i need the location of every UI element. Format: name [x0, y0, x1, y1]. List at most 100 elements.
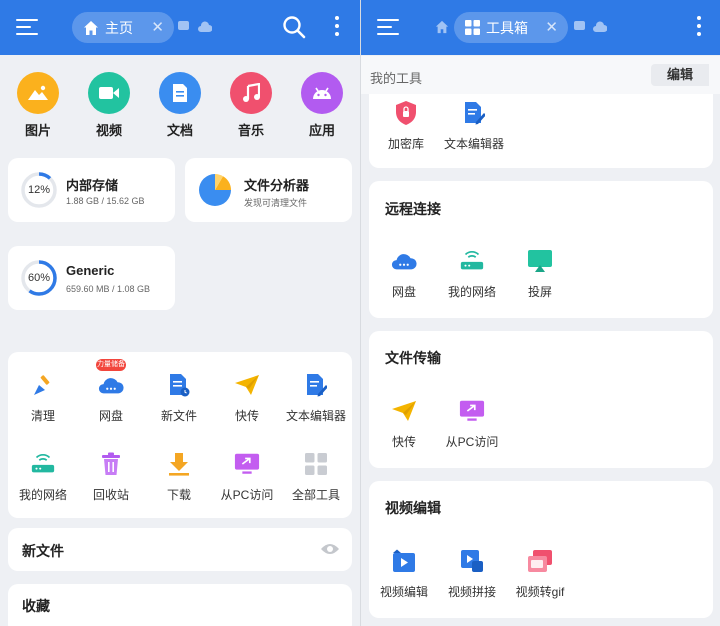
analyzer-subtitle: 发现可清理文件	[244, 198, 308, 208]
tool-cast-screen[interactable]: 投屏	[505, 248, 575, 300]
internal-storage-card[interactable]: 12% 内部存储 1.88 GB / 15.62 GB	[8, 158, 175, 222]
paper-plane-icon	[234, 372, 260, 398]
more-vert-icon[interactable]	[335, 16, 339, 40]
tool-label: 视频编辑	[379, 585, 428, 599]
tool-cloud-drive[interactable]: 网盘	[76, 372, 146, 424]
grid-icon	[303, 451, 329, 477]
cloud-icon[interactable]	[198, 20, 213, 38]
category-label: 视频	[95, 123, 122, 138]
more-vert-icon[interactable]	[697, 16, 701, 40]
storage-title: Generic	[66, 263, 115, 278]
video-icon	[88, 72, 130, 114]
tool-label: 我的网络	[447, 285, 496, 299]
close-icon[interactable]: ✕	[545, 18, 558, 36]
search-icon[interactable]	[282, 15, 306, 44]
tool-quick-send[interactable]: 快传	[212, 372, 282, 424]
image-icon	[17, 72, 59, 114]
tool-label: 视频拼接	[447, 585, 496, 599]
category-images[interactable]: 图片	[6, 72, 70, 139]
row-title: 收藏	[22, 598, 50, 614]
section-title: 文件传输	[385, 350, 441, 366]
category-videos[interactable]: 视频	[77, 72, 141, 139]
home-icon[interactable]	[435, 20, 449, 39]
favorites-row[interactable]: 收藏	[8, 584, 352, 626]
tab-icon[interactable]	[178, 21, 189, 30]
tool-video-edit[interactable]: 视频编辑	[369, 548, 439, 600]
cloud-drive-icon	[98, 372, 124, 398]
tool-text-editor[interactable]: 文本编辑器	[281, 372, 351, 424]
storage-detail: 659.60 MB / 1.08 GB	[66, 284, 151, 294]
tool-clean[interactable]: 清理	[8, 372, 78, 424]
close-icon[interactable]: ✕	[151, 18, 164, 36]
top-bar: 主页 ✕	[0, 0, 360, 55]
new-file-icon	[166, 372, 192, 398]
tool-label: 投屏	[527, 285, 552, 299]
text-editor-icon	[303, 372, 329, 398]
tool-all-tools[interactable]: 全部工具	[281, 451, 351, 503]
edit-button[interactable]: 编辑	[651, 64, 709, 86]
tool-label: 加密库	[387, 137, 424, 151]
tab-home[interactable]: 主页 ✕	[72, 12, 174, 43]
category-label: 文档	[166, 123, 193, 138]
tab-label: 工具箱	[486, 19, 528, 36]
tool-pc-access[interactable]: 从PC访问	[212, 451, 282, 503]
pie-chart-icon	[199, 174, 231, 206]
new-files-row[interactable]: 新文件	[8, 528, 352, 571]
category-apps[interactable]: 应用	[290, 72, 354, 139]
tool-label: 下载	[166, 488, 191, 502]
android-icon	[301, 72, 343, 114]
tool-cloud-drive[interactable]: 网盘	[369, 248, 439, 300]
menu-icon[interactable]	[377, 17, 399, 37]
storage-title: 内部存储	[66, 178, 119, 193]
router-icon	[459, 248, 485, 274]
tool-my-network[interactable]: 我的网络	[8, 451, 78, 503]
tab-icon[interactable]	[574, 21, 585, 30]
video-edit-icon	[391, 548, 417, 574]
storage-percent: 12%	[27, 184, 51, 196]
tool-label: 清理	[30, 409, 55, 423]
text-editor-icon	[461, 100, 487, 126]
download-icon	[166, 451, 192, 477]
category-documents[interactable]: 文档	[148, 72, 212, 139]
category-label: 音乐	[237, 123, 264, 138]
tool-quick-send[interactable]: 快传	[369, 398, 439, 450]
pc-access-icon	[234, 451, 260, 477]
broom-icon	[30, 372, 56, 398]
tool-label: 新文件	[160, 409, 197, 423]
tool-download[interactable]: 下载	[144, 451, 214, 503]
tool-recycle-bin[interactable]: 回收站	[76, 451, 146, 503]
top-bar: 工具箱 ✕	[361, 0, 720, 55]
tool-new-file[interactable]: 新文件	[144, 372, 214, 424]
toolbox-panel: 工具箱 ✕ 我的工具 编辑 加密库 文本编辑器 远程连接 网盘 我的网络 投屏 …	[361, 0, 720, 626]
menu-icon[interactable]	[16, 17, 38, 37]
tool-vault[interactable]: 加密库	[371, 100, 441, 152]
eye-icon[interactable]	[320, 542, 340, 561]
analyzer-title: 文件分析器	[244, 178, 310, 193]
cast-screen-icon	[527, 248, 553, 274]
tool-label: 从PC访问	[220, 488, 274, 502]
cloud-icon[interactable]	[593, 20, 608, 38]
generic-storage-card[interactable]: 60% Generic 659.60 MB / 1.08 GB	[8, 246, 175, 310]
my-tools-label: 我的工具	[370, 71, 423, 86]
tool-pc-access[interactable]: 从PC访问	[437, 398, 507, 450]
storage-percent: 60%	[27, 272, 51, 284]
tool-video-merge[interactable]: 视频拼接	[437, 548, 507, 600]
music-icon	[230, 72, 272, 114]
tool-my-network[interactable]: 我的网络	[437, 248, 507, 300]
section-title: 视频编辑	[385, 500, 441, 516]
tab-label: 主页	[105, 19, 133, 36]
tool-label: 网盘	[391, 285, 416, 299]
category-music[interactable]: 音乐	[219, 72, 283, 139]
tab-toolbox[interactable]: 工具箱 ✕	[454, 12, 568, 43]
my-tools-card: 加密库 文本编辑器	[369, 94, 713, 168]
tool-video-to-gif[interactable]: 视频转gif	[505, 548, 575, 600]
section-video: 视频编辑 视频编辑 视频拼接 视频转gif	[369, 481, 713, 618]
tool-text-editor[interactable]: 文本编辑器	[439, 100, 509, 152]
file-analyzer-card[interactable]: 文件分析器 发现可清理文件	[185, 158, 352, 222]
tool-label: 快传	[234, 409, 259, 423]
document-icon	[159, 72, 201, 114]
tool-label: 文本编辑器	[443, 137, 504, 151]
section-transfer: 文件传输 快传 从PC访问	[369, 331, 713, 468]
home-panel: 主页 ✕ 图片 视频 文档 音乐 应用 12% 内部存储 1.88 GB / 1…	[0, 0, 360, 626]
tool-label: 回收站	[92, 488, 129, 502]
